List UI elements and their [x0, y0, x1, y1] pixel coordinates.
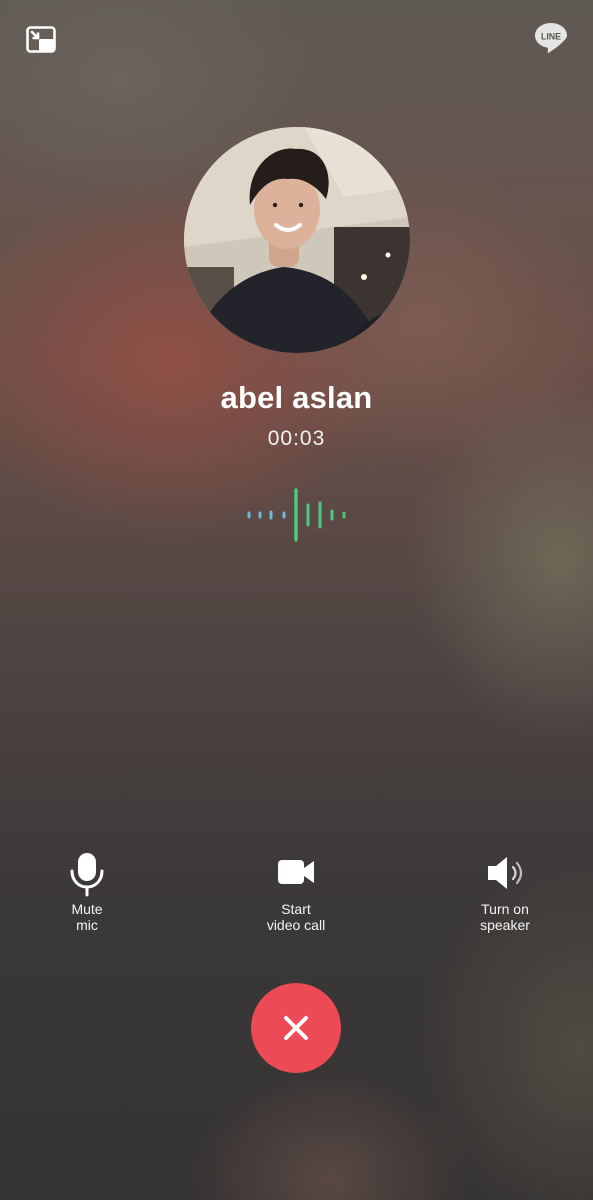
video-camera-icon	[278, 860, 314, 884]
turn-on-speaker-label-line1: Turn on	[481, 901, 529, 917]
turn-on-speaker-button[interactable]: Turn on speaker	[435, 848, 575, 933]
start-video-call-label: Start video call	[241, 901, 351, 933]
voice-activity-indicator	[247, 488, 346, 542]
call-duration: 00:03	[267, 427, 326, 450]
picture-in-picture-icon[interactable]	[26, 26, 56, 53]
start-video-call-button[interactable]: Start video call	[226, 848, 366, 933]
turn-on-speaker-label-line2: speaker	[480, 917, 530, 933]
end-call-button[interactable]	[251, 983, 341, 1073]
close-icon	[284, 1016, 308, 1040]
start-video-call-label-line2: video call	[266, 917, 326, 933]
mute-mic-label: Mute mic	[32, 901, 142, 933]
mute-mic-label-line2: mic	[76, 917, 98, 933]
avatar-photo	[184, 127, 410, 353]
line-logo-text: LINE	[541, 31, 561, 41]
line-logo-icon: LINE	[535, 23, 567, 53]
turn-on-speaker-label: Turn on speaker	[450, 901, 560, 933]
start-video-call-label-line1: Start	[281, 901, 311, 917]
mute-mic-label-line1: Mute	[71, 901, 103, 917]
mute-mic-button[interactable]: Mute mic	[17, 848, 157, 933]
caller-avatar	[184, 127, 410, 353]
speaker-icon	[488, 857, 523, 889]
caller-name: abel aslan	[220, 380, 373, 415]
microphone-icon	[70, 853, 104, 897]
